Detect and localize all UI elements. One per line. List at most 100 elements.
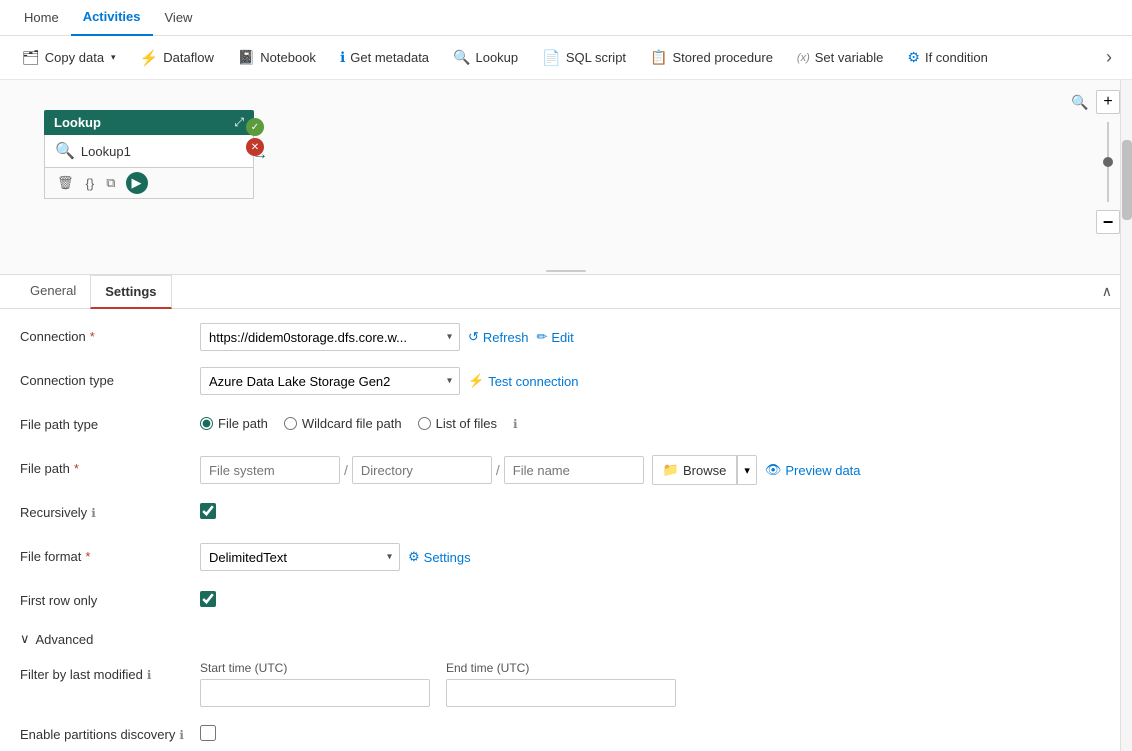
lookup-icon: 🔍 [453,49,470,66]
node-delete-button[interactable]: 🗑 [55,173,76,193]
tab-settings[interactable]: Settings [90,275,171,309]
file-format-label: File format * [20,543,200,564]
filter-inputs: Start time (UTC) End time (UTC) [200,661,676,707]
radio-list-of-files[interactable]: List of files [418,416,497,431]
radio-list-input[interactable] [418,417,431,430]
panel-collapse-handle[interactable] [546,268,586,274]
advanced-toggle-button[interactable]: ∨ Advanced [20,631,93,647]
node-header: Lookup ⤢ [44,110,254,135]
file-path-type-row: File path type File path Wildcard file p… [20,411,1112,441]
set-variable-icon: (x) [797,52,810,64]
list-files-info-icon: ℹ [513,417,518,431]
file-format-controls: DelimitedText ▾ ⚙ Settings [200,543,471,571]
file-name-input[interactable] [504,456,644,484]
start-time-group: Start time (UTC) [200,661,430,707]
file-path-type-label: File path type [20,411,200,432]
copy-data-button[interactable]: 🗂 Copy data ▾ [12,45,126,70]
file-system-input[interactable] [200,456,340,484]
enable-partitions-checkbox[interactable] [200,725,216,741]
node-copy-button[interactable]: ⧉ [104,173,117,193]
zoom-in-button[interactable]: + [1096,90,1120,114]
file-path-required: * [74,461,79,476]
notebook-icon: 📓 [238,49,255,66]
node-expand-button[interactable]: ⤢ [234,115,244,130]
node-run-button[interactable]: ▶ [126,172,148,194]
stored-procedure-button[interactable]: 📋 Stored procedure [640,45,783,70]
file-format-select[interactable]: DelimitedText [200,543,400,571]
test-connection-button[interactable]: ⚡ Test connection [468,373,579,389]
zoom-track [1107,122,1109,202]
activity-toolbar: 🗂 Copy data ▾ ⚡ Dataflow 📓 Notebook ℹ Ge… [0,36,1132,80]
connection-required: * [90,329,95,344]
node-code-button[interactable]: {} [84,174,97,193]
file-format-settings-button[interactable]: ⚙ Settings [408,549,471,565]
recursively-checkbox-wrap [200,499,216,522]
copy-data-chevron: ▾ [111,52,116,63]
browse-button[interactable]: 📁 Browse [653,456,738,484]
advanced-chevron-icon: ∨ [20,631,30,647]
filter-label: Filter by last modified ℹ [20,661,200,682]
nav-activities[interactable]: Activities [71,0,153,36]
if-condition-button[interactable]: ⚙ If condition [897,45,997,70]
sql-script-icon: 📄 [542,49,561,67]
connection-select[interactable]: https://didem0storage.dfs.core.w... [200,323,460,351]
get-metadata-button[interactable]: ℹ Get metadata [330,45,439,70]
pipeline-canvas[interactable]: 🔍 + − Lookup ⤢ 🔍 Lookup1 ✓ ✕ [0,80,1132,275]
browse-dropdown-button[interactable]: ▾ [737,456,756,484]
file-format-settings-icon: ⚙ [408,549,420,565]
enable-partitions-row: Enable partitions discovery ℹ [20,721,1112,750]
more-activities-button[interactable]: › [1098,43,1120,72]
first-row-only-checkbox[interactable] [200,591,216,607]
file-path-type-controls: File path Wildcard file path List of fil… [200,411,518,431]
nav-home[interactable]: Home [12,0,71,36]
lookup-button[interactable]: 🔍 Lookup [443,45,528,70]
start-time-input[interactable] [200,679,430,707]
connection-label: Connection * [20,323,200,344]
node-label: Lookup1 [81,144,131,159]
edit-button[interactable]: ✏ Edit [536,329,573,345]
radio-wildcard-input[interactable] [284,417,297,430]
start-time-label: Start time (UTC) [200,661,430,675]
scrollbar-thumb[interactable] [1122,140,1132,220]
connection-controls: https://didem0storage.dfs.core.w... ▾ ↺ … [200,323,574,351]
enable-partitions-checkbox-wrap [200,721,216,744]
if-condition-icon: ⚙ [907,49,920,66]
radio-file-path-input[interactable] [200,417,213,430]
refresh-button[interactable]: ↺ Refresh [468,329,528,345]
end-time-group: End time (UTC) [446,661,676,707]
lookup-node[interactable]: Lookup ⤢ 🔍 Lookup1 ✓ ✕ 🗑 {} ⧉ ▶ → [44,110,254,199]
zoom-out-button[interactable]: − [1096,210,1120,234]
filter-info-icon: ℹ [147,668,152,682]
connection-input-wrap: https://didem0storage.dfs.core.w... ▾ [200,323,460,351]
radio-file-path[interactable]: File path [200,416,268,431]
directory-input[interactable] [352,456,492,484]
filepath-sep-1: / [344,462,348,478]
zoom-controls: + − [1096,90,1120,234]
file-path-type-radio-group: File path Wildcard file path List of fil… [200,411,518,431]
sql-script-button[interactable]: 📄 SQL script [532,45,636,71]
notebook-button[interactable]: 📓 Notebook [228,45,326,70]
preview-data-button[interactable]: 👁 Preview data [765,462,861,478]
nav-view[interactable]: View [153,0,205,36]
panel-collapse-button[interactable]: ∧ [1098,279,1116,304]
canvas-search-button[interactable]: 🔍 [1068,90,1092,114]
end-time-input[interactable] [446,679,676,707]
browse-folder-icon: 📁 [663,462,679,478]
recursively-checkbox[interactable] [200,503,216,519]
first-row-only-label: First row only [20,587,200,608]
set-variable-button[interactable]: (x) Set variable [787,46,893,69]
dataflow-button[interactable]: ⚡ Dataflow [130,45,224,71]
connection-type-select[interactable]: Azure Data Lake Storage Gen2 [200,367,460,395]
get-metadata-icon: ℹ [340,49,345,66]
filter-by-last-modified-row: Filter by last modified ℹ Start time (UT… [20,661,1112,707]
node-body: 🔍 Lookup1 ✓ ✕ [44,135,254,168]
vertical-scrollbar[interactable] [1120,80,1132,751]
settings-form: Connection * https://didem0storage.dfs.c… [0,309,1132,750]
radio-wildcard[interactable]: Wildcard file path [284,416,402,431]
preview-icon: 👁 [765,462,782,478]
node-actions: 🗑 {} ⧉ ▶ → [44,168,254,199]
zoom-thumb [1103,157,1113,167]
tab-general[interactable]: General [16,275,90,308]
connection-type-row: Connection type Azure Data Lake Storage … [20,367,1112,397]
connection-type-controls: Azure Data Lake Storage Gen2 ▾ ⚡ Test co… [200,367,579,395]
